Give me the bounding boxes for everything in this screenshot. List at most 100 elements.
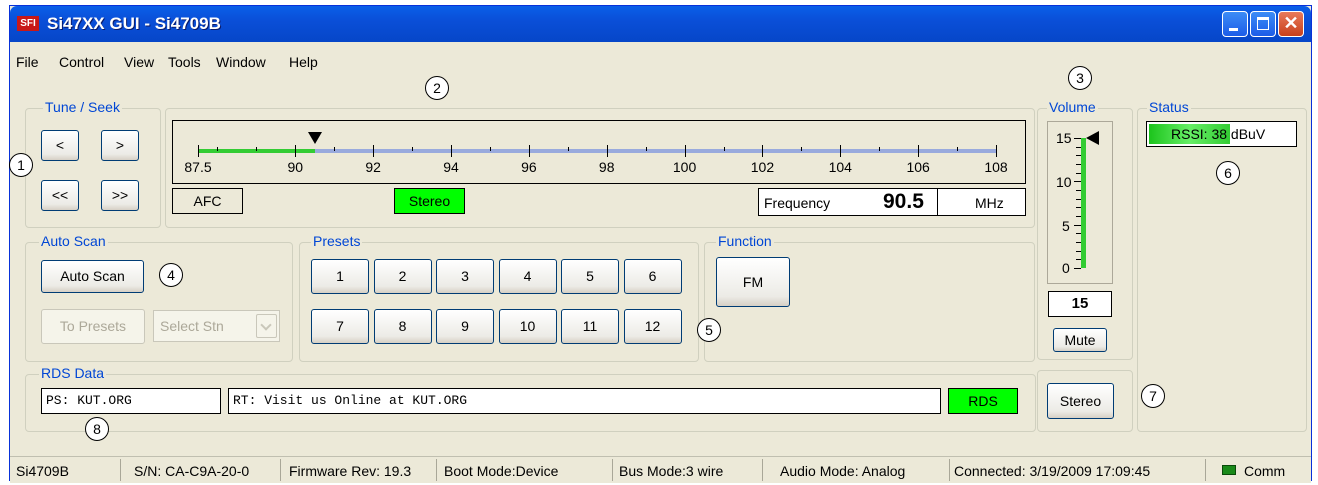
scale-tick-label: 106 [906,159,930,175]
scale-tick-label: 102 [750,159,775,175]
comm-led-icon [1222,465,1236,475]
callout-1: 1 [9,153,33,177]
rssi-text: RSSI: 38 dBuV [1171,126,1266,142]
title-bar[interactable]: SFI Si47XX GUI - Si4709B ✕ [10,6,1311,42]
scale-major-tick [996,145,997,157]
rssi-meter: RSSI: 38 dBuV [1146,121,1297,147]
scale-major-tick [528,145,530,157]
maximize-button[interactable] [1250,11,1276,37]
volume-slider[interactable]: 15 10 5 0 [1047,121,1113,284]
status-comm: Comm [1244,463,1286,479]
select-station-dropdown[interactable]: Select Stn [153,310,280,342]
scale-major-tick [451,145,453,157]
frequency-pointer-icon[interactable] [307,132,322,144]
status-serial: S/N: CA-C9A-20-0 [134,463,250,479]
preset-button-8[interactable]: 8 [373,309,432,344]
scale-minor-tick [256,147,258,151]
app-icon: SFI [17,16,39,31]
preset-button-7[interactable]: 7 [311,309,369,344]
scale-minor-tick [217,147,219,151]
stereo-button[interactable]: Stereo [1047,383,1114,419]
mute-button[interactable]: Mute [1053,328,1107,352]
preset-button-6[interactable]: 6 [623,259,682,294]
menu-window[interactable]: Window [216,54,266,70]
preset-button-3[interactable]: 3 [436,259,494,294]
tune-seek-label: Tune / Seek [43,99,122,115]
volume-value: 15 [1048,291,1112,317]
scale-major-tick [918,145,920,157]
volume-scale-15: 15 [1056,130,1072,146]
frequency-divider [937,188,938,216]
rds-ps-field: PS: KUT.ORG [41,388,221,414]
preset-button-5[interactable]: 5 [561,259,619,294]
seek-up-button[interactable]: >> [101,180,139,211]
main-window: SFI Si47XX GUI - Si4709B ✕ File Control … [9,5,1312,483]
volume-tick [1074,138,1081,139]
status-chip: Si4709B [16,463,69,479]
minimize-button[interactable] [1222,11,1248,37]
close-button[interactable]: ✕ [1278,11,1304,37]
frequency-display: Frequency 90.5 MHz [758,188,1026,216]
close-icon: ✕ [1283,13,1299,33]
callout-7: 7 [1141,384,1165,408]
volume-scale-5: 5 [1062,218,1070,234]
status-connected: Connected: 3/19/2009 17:09:45 [954,463,1151,479]
scale-tick-label: 87.5 [184,159,212,175]
scale-minor-tick [801,147,803,151]
frequency-unit: MHz [975,195,1004,211]
preset-button-11[interactable]: 11 [561,309,619,344]
scale-tick-label: 98 [598,159,615,175]
minimize-icon [1229,28,1238,31]
auto-scan-button[interactable]: Auto Scan [41,260,144,293]
menu-view[interactable]: View [124,54,154,70]
scale-major-tick [762,145,764,157]
seek-down-button[interactable]: << [41,180,79,211]
callout-4: 4 [159,263,183,287]
frequency-value: 90.5 [883,190,924,213]
rds-label: RDS Data [39,365,107,381]
callout-3: 3 [1068,66,1092,90]
chevron-down-icon[interactable] [256,314,277,338]
preset-button-12[interactable]: 12 [623,309,682,344]
to-presets-button[interactable]: To Presets [41,309,145,344]
fm-function-button[interactable]: FM [716,257,790,307]
scale-minor-tick [957,147,959,151]
preset-button-1[interactable]: 1 [311,259,369,294]
status-label: Status [1147,99,1191,115]
window-title: Si47XX GUI - Si4709B [47,14,221,33]
status-audio-mode: Audio Mode: Analog [780,463,906,479]
presets-label: Presets [311,233,363,249]
preset-button-4[interactable]: 4 [498,259,557,294]
volume-tick [1074,181,1081,183]
auto-scan-label: Auto Scan [39,233,108,249]
rds-indicator: RDS [948,388,1018,414]
scale-minor-tick [723,147,725,151]
volume-thumb-icon[interactable] [1086,131,1099,145]
tune-up-button[interactable]: > [101,130,139,161]
status-bar: Si4709B S/N: CA-C9A-20-0 Firmware Rev: 1… [10,456,1311,483]
scale-tick-label: 92 [365,159,381,175]
stereo-indicator: Stereo [394,188,465,214]
tune-down-button[interactable]: < [41,130,79,161]
menu-tools[interactable]: Tools [168,54,201,70]
preset-button-10[interactable]: 10 [498,309,557,344]
status-boot-mode: Boot Mode:Device [444,463,559,479]
scale-minor-tick [489,147,491,151]
volume-label: Volume [1047,99,1098,115]
volume-tick [1074,224,1081,226]
preset-button-2[interactable]: 2 [373,259,432,294]
menu-bar: File Control View Tools Window Help [10,46,1311,70]
menu-help[interactable]: Help [289,54,318,70]
function-label: Function [716,233,774,249]
scale-minor-tick [412,147,414,151]
select-station-value: Select Stn [160,318,224,334]
scale-minor-tick [879,147,881,151]
frequency-scale[interactable]: 87.5 90 92 94 96 98 100 102 104 106 108 [172,120,1026,184]
untuned-band-bar [314,149,996,153]
volume-tick [1074,268,1081,269]
menu-file[interactable]: File [16,54,39,70]
preset-button-9[interactable]: 9 [436,309,494,344]
menu-control[interactable]: Control [59,54,104,70]
scale-major-tick [840,145,842,157]
status-bus-mode: Bus Mode:3 wire [619,463,724,479]
